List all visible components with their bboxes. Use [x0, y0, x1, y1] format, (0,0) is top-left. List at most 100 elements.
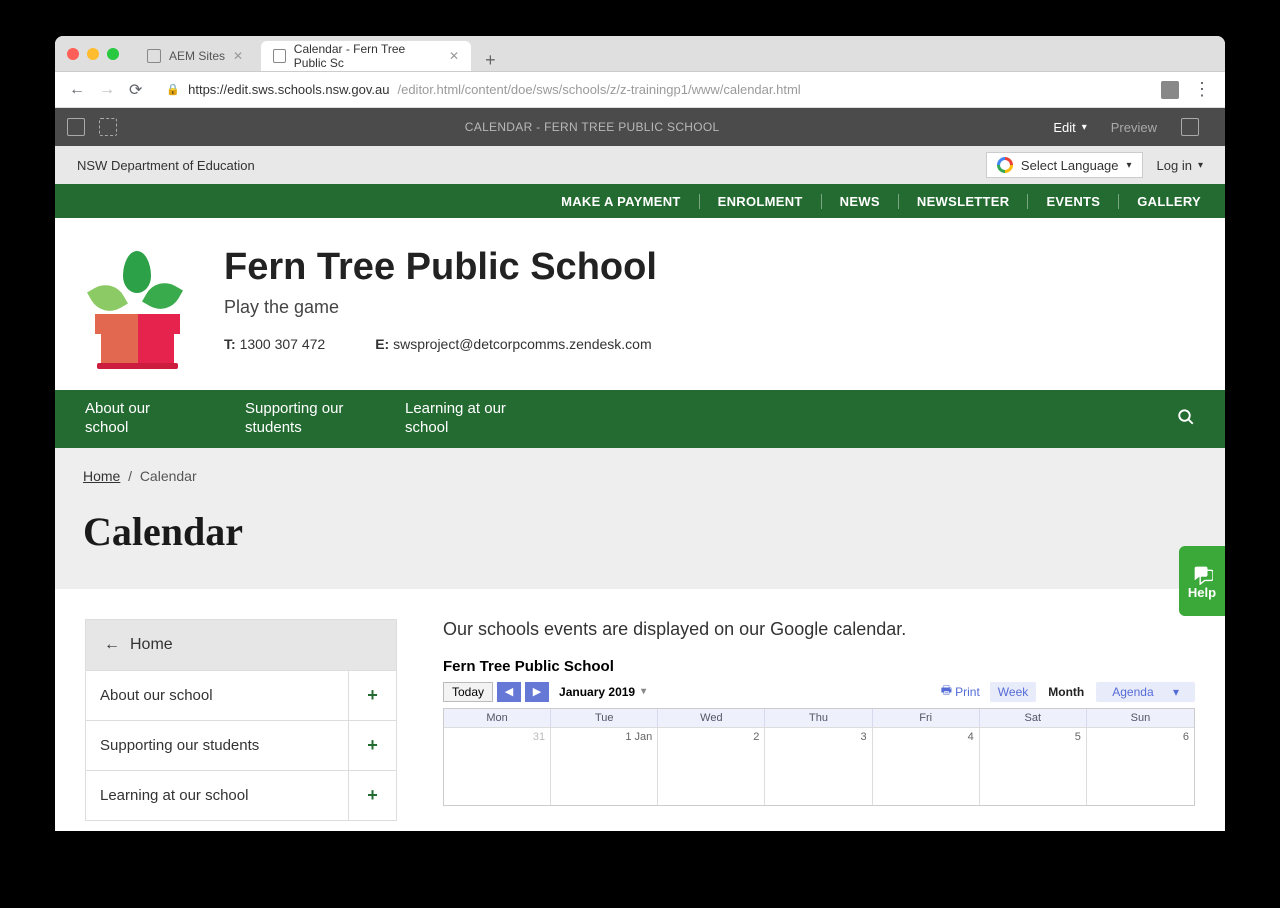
page-content[interactable]: NSW Department of Education Select Langu…	[55, 146, 1225, 831]
print-button[interactable]: 🖶Print	[941, 681, 980, 702]
prev-month-button[interactable]: ◀	[497, 682, 521, 702]
breadcrumb: Home / Calendar	[83, 468, 1197, 484]
page-icon	[147, 49, 161, 63]
nav-about[interactable]: About our school	[85, 400, 245, 438]
chevron-down-icon: ▾	[1127, 160, 1132, 171]
url-host: https://edit.sws.schools.nsw.gov.au	[188, 82, 389, 97]
preview-button[interactable]: Preview	[1111, 120, 1157, 135]
forward-button[interactable]: →	[99, 81, 115, 99]
print-icon: 🖶	[941, 681, 952, 702]
breadcrumb-home[interactable]: Home	[83, 468, 120, 484]
close-window-icon[interactable]	[67, 48, 79, 60]
next-month-button[interactable]: ▶	[525, 682, 549, 702]
nav-news[interactable]: NEWS	[822, 194, 899, 209]
calendar-cell[interactable]: 31	[444, 727, 551, 805]
nav-enrolment[interactable]: ENROLMENT	[700, 194, 822, 209]
browser-tabs: AEM Sites ✕ Calendar - Fern Tree Public …	[135, 36, 1213, 71]
school-header: Fern Tree Public School Play the game T:…	[55, 218, 1225, 390]
department-label: NSW Department of Education	[77, 158, 255, 173]
nav-make-payment[interactable]: MAKE A PAYMENT	[543, 194, 700, 209]
today-button[interactable]: Today	[443, 682, 493, 702]
profile-icon[interactable]	[1161, 81, 1179, 99]
maximize-window-icon[interactable]	[107, 48, 119, 60]
close-tab-icon[interactable]: ✕	[449, 49, 459, 63]
arrow-left-icon: ←	[104, 636, 120, 654]
aem-editor-bar: CALENDAR - FERN TREE PUBLIC SCHOOL Edit▾…	[55, 108, 1225, 146]
school-phone: 1300 307 472	[240, 336, 326, 352]
expand-icon[interactable]: +	[348, 721, 396, 770]
edit-mode-button[interactable]: Edit▾	[1053, 120, 1086, 135]
breadcrumb-current: Calendar	[140, 468, 197, 484]
calendar-cell[interactable]: 3	[765, 727, 872, 805]
page-icon	[273, 49, 286, 63]
main-nav: About our school Supporting our students…	[55, 390, 1225, 448]
minimize-window-icon[interactable]	[87, 48, 99, 60]
tab-calendar[interactable]: Calendar - Fern Tree Public Sc ✕	[261, 41, 471, 71]
nav-newsletter[interactable]: NEWSLETTER	[899, 194, 1029, 209]
tab-title: AEM Sites	[169, 49, 225, 63]
school-tagline: Play the game	[224, 297, 657, 318]
side-nav: ← Home About our school + Supporting our…	[85, 619, 397, 821]
intro-text: Our schools events are displayed on our …	[443, 619, 1195, 640]
calendar-controls: Today ◀ ▶ January 2019▾ 🖶Print Week Mont…	[443, 681, 1195, 702]
chevron-down-icon: ▾	[1082, 122, 1087, 133]
chevron-down-icon: ▾	[641, 686, 646, 697]
sidenav-about[interactable]: About our school	[86, 671, 348, 720]
calendar-cell[interactable]: 4	[873, 727, 980, 805]
browser-titlebar: AEM Sites ✕ Calendar - Fern Tree Public …	[55, 36, 1225, 72]
window-controls	[67, 48, 119, 60]
school-name: Fern Tree Public School	[224, 246, 657, 289]
school-logo	[85, 246, 190, 366]
top-strip: NSW Department of Education Select Langu…	[55, 146, 1225, 184]
sidenav-learning[interactable]: Learning at our school	[86, 771, 348, 820]
nav-learning[interactable]: Learning at our school	[405, 400, 565, 438]
login-link[interactable]: Log in▾	[1157, 158, 1203, 173]
google-icon	[997, 157, 1013, 173]
sidenav-supporting[interactable]: Supporting our students	[86, 721, 348, 770]
calendar-cell[interactable]: 5	[980, 727, 1087, 805]
nav-supporting[interactable]: Supporting our students	[245, 400, 405, 438]
chevron-down-icon: ▾	[1165, 682, 1187, 702]
calendar-grid: Mon Tue Wed Thu Fri Sat Sun 31 1 Jan 2 3…	[443, 708, 1195, 806]
browser-menu-icon[interactable]: ⋮	[1193, 79, 1211, 100]
calendar-day-headers: Mon Tue Wed Thu Fri Sat Sun	[444, 709, 1194, 727]
page-title: Calendar	[83, 508, 1197, 555]
tab-title: Calendar - Fern Tree Public Sc	[294, 42, 441, 70]
calendar-cell[interactable]: 1 Jan	[551, 727, 658, 805]
tab-aem-sites[interactable]: AEM Sites ✕	[135, 41, 255, 71]
url-input[interactable]: 🔒 https://edit.sws.schools.nsw.gov.au/ed…	[156, 82, 1147, 97]
breadcrumb-area: Home / Calendar Calendar	[55, 448, 1225, 589]
body-area: ← Home About our school + Supporting our…	[55, 589, 1225, 831]
nav-gallery[interactable]: GALLERY	[1119, 194, 1201, 209]
expand-icon[interactable]: +	[348, 671, 396, 720]
address-bar: ← → ⟳ 🔒 https://edit.sws.schools.nsw.gov…	[55, 72, 1225, 108]
language-selector[interactable]: Select Language ▾	[986, 152, 1143, 178]
utility-nav: MAKE A PAYMENT ENROLMENT NEWS NEWSLETTER…	[55, 184, 1225, 218]
sidenav-item: About our school +	[86, 670, 396, 720]
calendar-cell[interactable]: 2	[658, 727, 765, 805]
search-icon[interactable]	[1177, 408, 1195, 431]
expand-icon[interactable]: +	[348, 771, 396, 820]
new-tab-button[interactable]: +	[477, 50, 504, 71]
side-panel-icon[interactable]	[67, 118, 85, 136]
month-label[interactable]: January 2019▾	[559, 685, 646, 699]
calendar-title: Fern Tree Public School	[443, 658, 1195, 675]
reload-button[interactable]: ⟳	[129, 80, 142, 100]
close-tab-icon[interactable]: ✕	[233, 49, 243, 63]
back-button[interactable]: ←	[69, 81, 85, 99]
page-info-icon[interactable]	[99, 118, 117, 136]
school-contact: T: 1300 307 472 E: swsproject@detcorpcom…	[224, 336, 657, 352]
help-tab[interactable]: Help	[1179, 546, 1225, 616]
view-agenda[interactable]: Agenda ▾	[1096, 682, 1195, 702]
main-column: Our schools events are displayed on our …	[443, 619, 1195, 806]
view-month[interactable]: Month	[1040, 682, 1092, 702]
sidenav-home[interactable]: ← Home	[86, 620, 396, 670]
chevron-down-icon: ▾	[1198, 160, 1203, 171]
lock-icon: 🔒	[166, 83, 180, 96]
sidenav-item: Supporting our students +	[86, 720, 396, 770]
calendar-cell[interactable]: 6	[1087, 727, 1194, 805]
page-properties-icon[interactable]	[1181, 118, 1199, 136]
nav-events[interactable]: EVENTS	[1028, 194, 1119, 209]
view-week[interactable]: Week	[990, 682, 1036, 702]
sidenav-item: Learning at our school +	[86, 770, 396, 820]
